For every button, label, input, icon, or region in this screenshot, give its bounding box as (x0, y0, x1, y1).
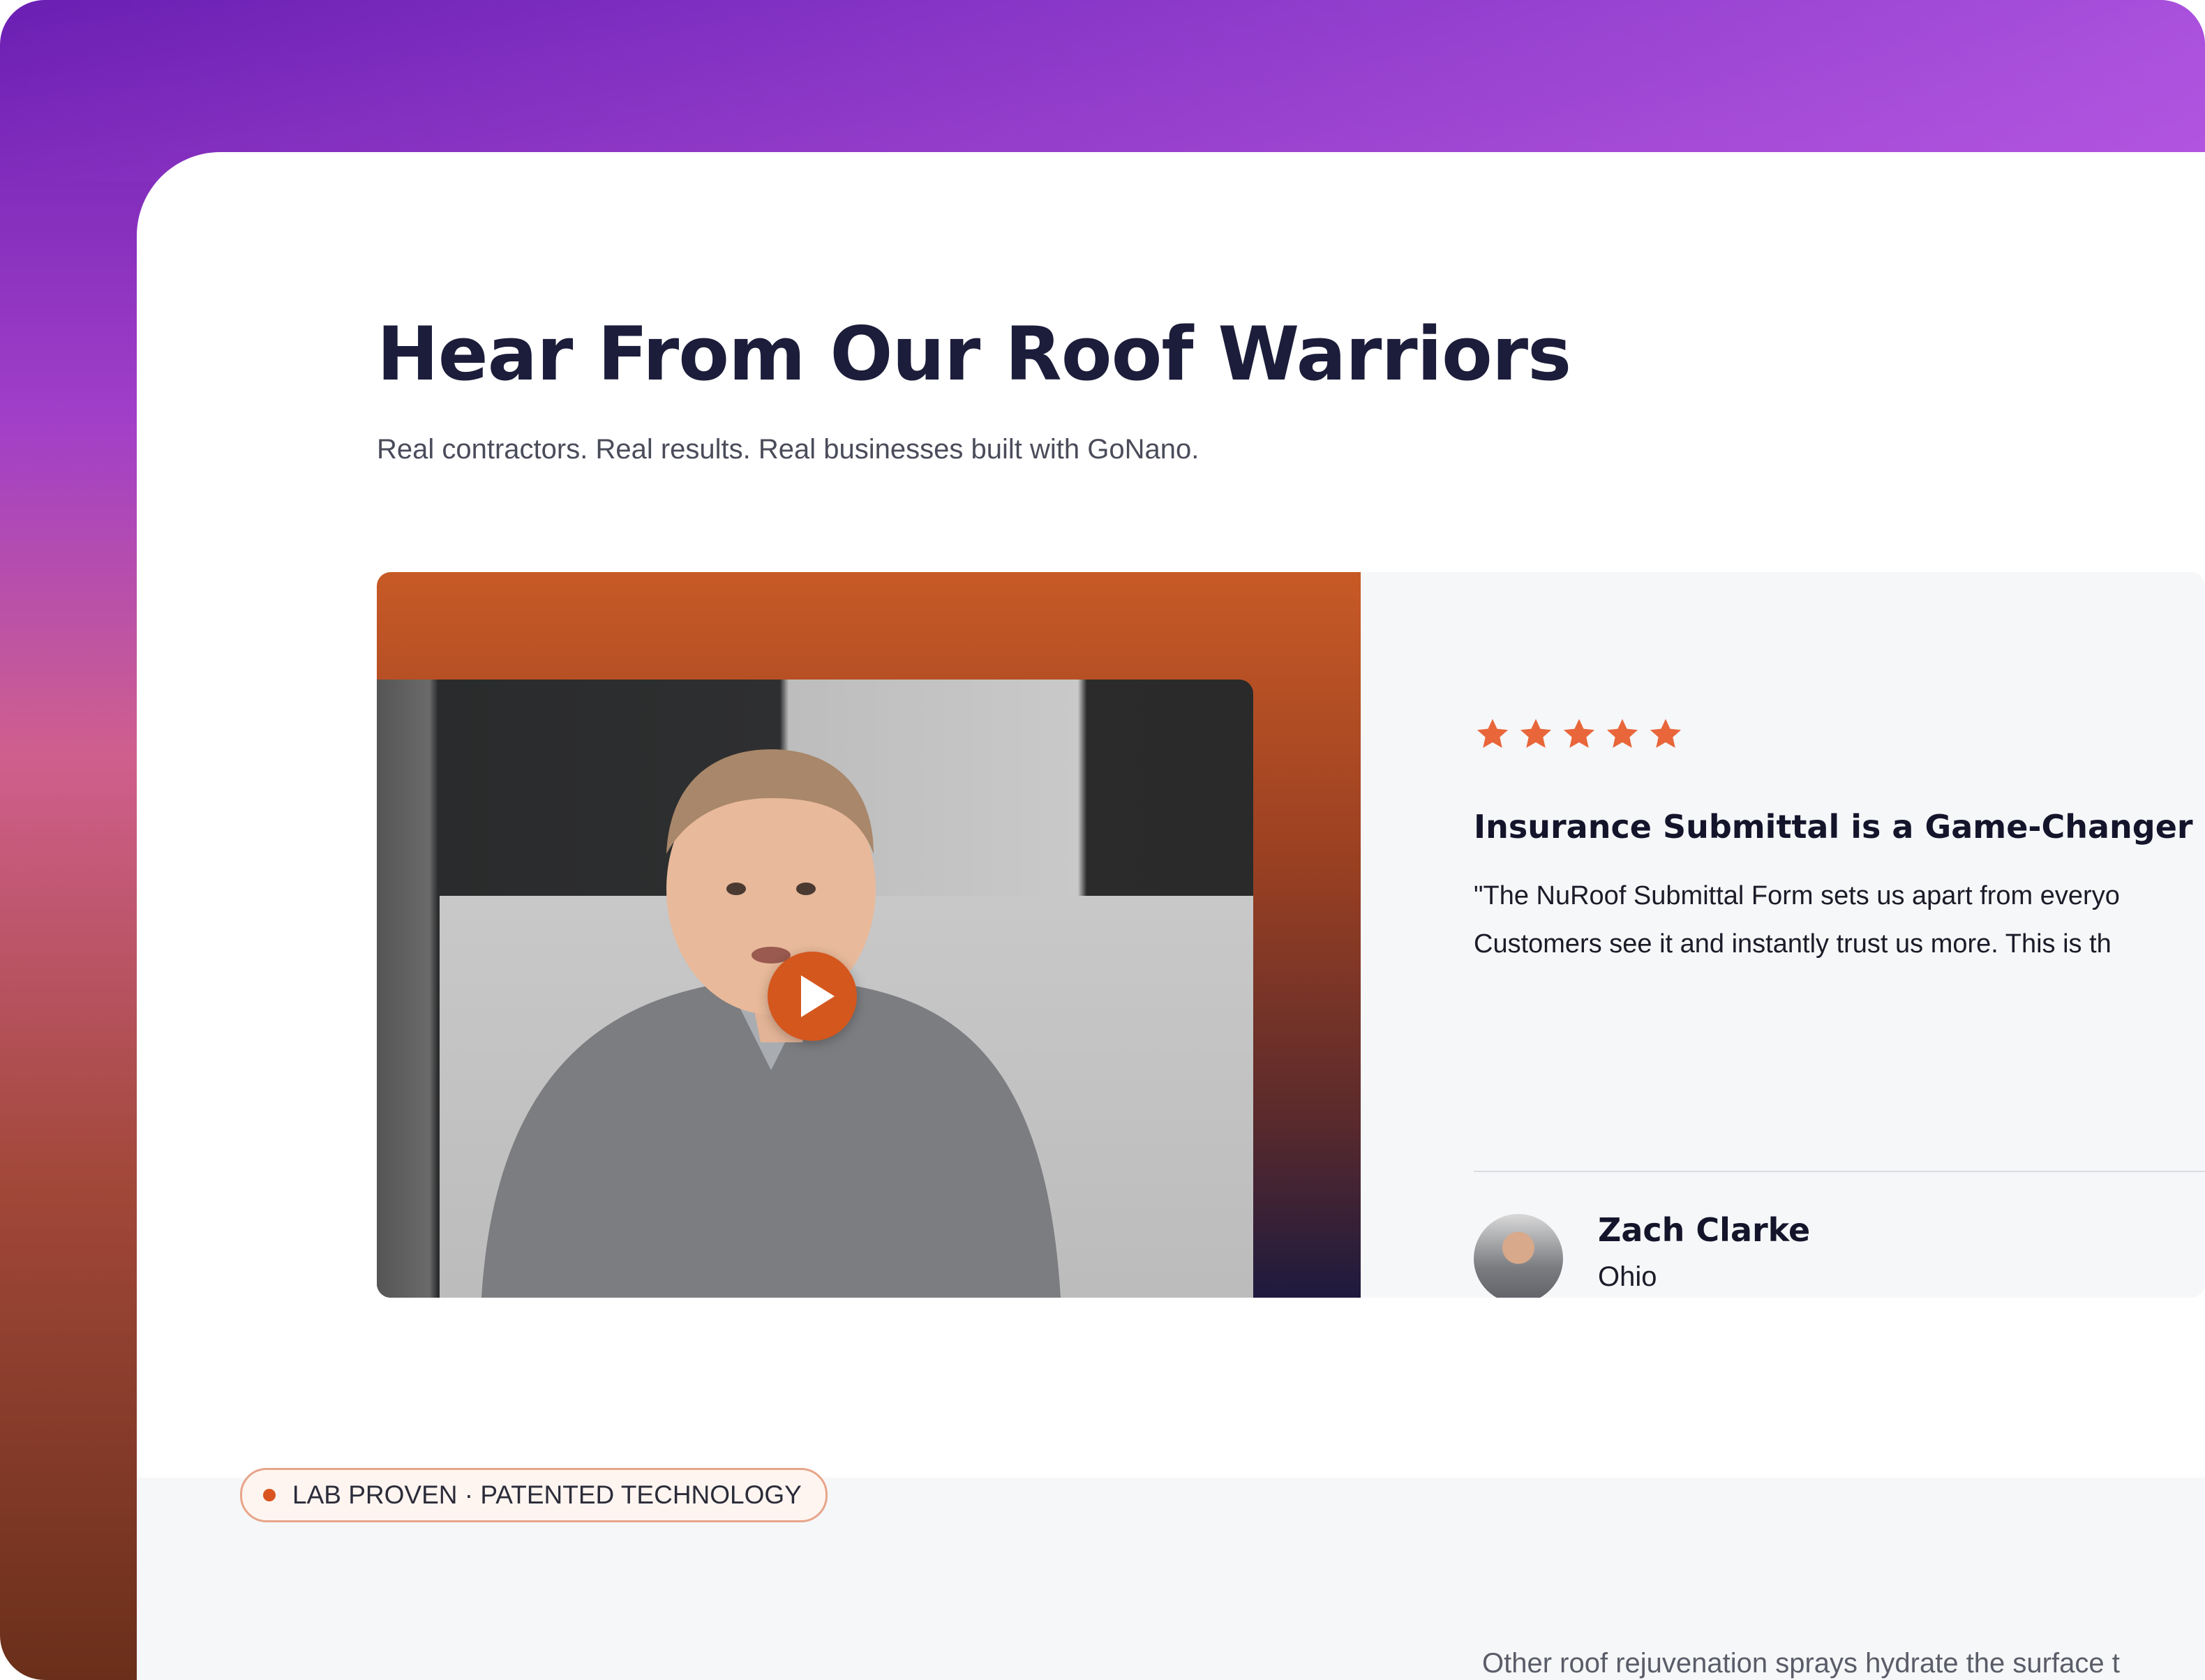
badge-dot-icon (263, 1489, 276, 1501)
testimonial-card: Insurance Submittal is a Game-Changer "T… (377, 572, 2205, 1298)
reviewer-avatar (1474, 1214, 1563, 1298)
badge-label: LAB PROVEN · PATENTED TECHNOLOGY (292, 1480, 802, 1509)
reviewer-location: Ohio (1598, 1261, 1657, 1292)
review-divider (1474, 1171, 2205, 1172)
review-panel: Insurance Submittal is a Game-Changer "T… (1361, 572, 2205, 1298)
star-rating (1474, 716, 1684, 753)
star-icon (1520, 719, 1552, 748)
review-quote-line-1: "The NuRoof Submittal Form sets us apart… (1474, 881, 2120, 910)
review-title: Insurance Submittal is a Game-Changer (1474, 808, 2193, 846)
star-icon (1650, 719, 1682, 748)
video-player[interactable] (377, 680, 1253, 1298)
star-icon (1606, 719, 1638, 748)
page-subtitle: Real contractors. Real results. Real bus… (377, 434, 1199, 465)
section-description: Other roof rejuvenation sprays hydrate t… (1482, 1648, 2120, 1679)
lab-proven-badge: LAB PROVEN · PATENTED TECHNOLOGY (240, 1468, 828, 1522)
play-button[interactable] (768, 952, 857, 1041)
star-icon (1477, 719, 1509, 748)
review-quote: "The NuRoof Submittal Form sets us apart… (1474, 872, 2205, 968)
reviewer-name: Zach Clarke (1598, 1211, 1811, 1249)
star-icon (1563, 719, 1595, 748)
review-quote-line-2: Customers see it and instantly trust us … (1474, 929, 2111, 959)
page-content: Hear From Our Roof Warriors Real contrac… (137, 152, 2205, 1680)
page-title: Hear From Our Roof Warriors (377, 311, 1571, 397)
video-panel (377, 572, 1361, 1298)
